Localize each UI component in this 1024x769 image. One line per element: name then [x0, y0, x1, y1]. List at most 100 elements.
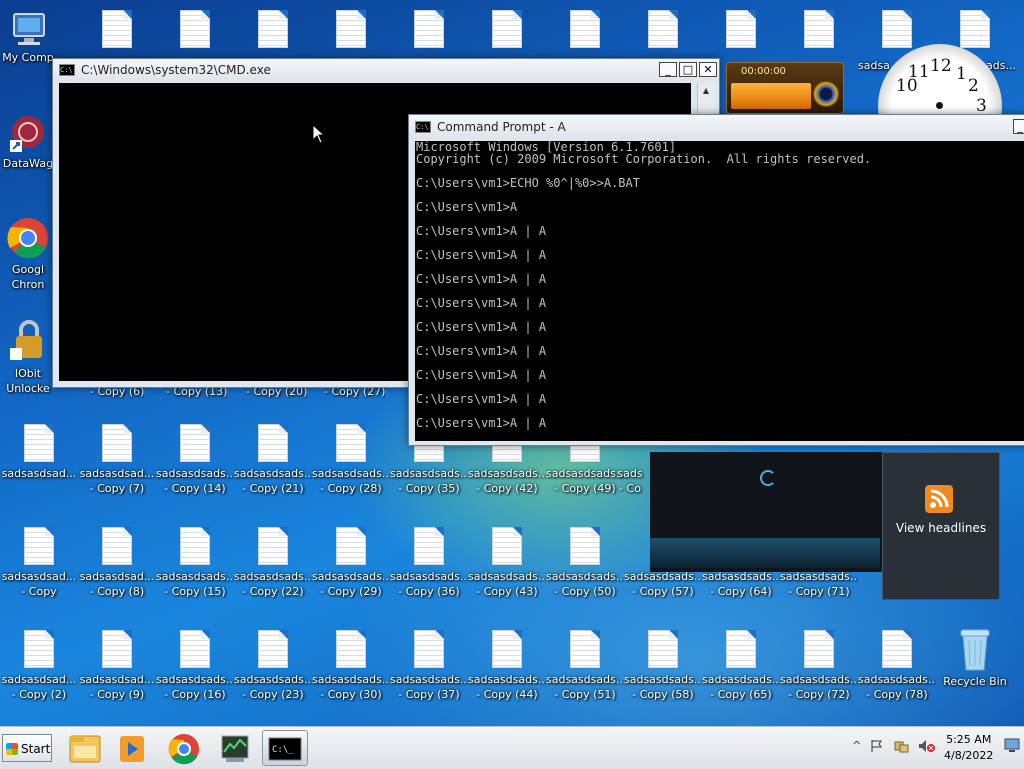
cmd-window-titlebar[interactable]: C:\ C:\Windows\system32\CMD.exe _ □ ✕ [53, 59, 719, 81]
loading-spinner-icon [760, 470, 776, 486]
file-icon[interactable]: sadsasdsad... - Copy (9) [78, 630, 156, 702]
icon-label: sadsasdsads... [390, 570, 468, 583]
command-prompt-window[interactable]: C:\ Command Prompt - A _ Microsoft Windo… [408, 114, 1024, 446]
file-icon[interactable]: sadsasdsads... - Copy (43) [468, 527, 546, 599]
taskbar-task-manager-button[interactable] [212, 730, 258, 766]
file-icon[interactable]: sadsasdsad... - Copy [0, 527, 78, 599]
icon-label: - Copy (28) [320, 482, 382, 495]
file-icon[interactable] [78, 10, 156, 52]
explorer-icon [69, 735, 101, 763]
media-player-gadget[interactable]: 00:00:00 [726, 62, 844, 114]
icon-label: sadsasdsads... [390, 467, 468, 480]
file-icon[interactable] [312, 10, 390, 52]
file-icon[interactable]: sadsasdsads... - Copy (37) [390, 630, 468, 702]
icon-label: sadsa [858, 59, 890, 72]
icon-label: sadsasdsads... [468, 673, 546, 686]
file-icon[interactable]: sadsasdsads... - Copy (58) [624, 630, 702, 702]
icon-label: - Copy (64) [710, 585, 772, 598]
icon-label: Recycle Bin [943, 675, 1007, 688]
media-center-gadget[interactable] [650, 452, 884, 572]
file-icon[interactable]: sadsasdsads... - Copy (14) [156, 424, 234, 496]
file-icon[interactable]: sadsasdsads... - Copy (51) [546, 630, 624, 702]
file-icon[interactable]: sadsasdsads... - Copy (16) [156, 630, 234, 702]
tray-clock[interactable]: 5:25 AM 4/8/2022 [944, 732, 993, 764]
prompt-window-titlebar[interactable]: C:\ Command Prompt - A _ [409, 115, 1024, 139]
desktop-icon-datawag[interactable]: DataWag [0, 112, 56, 171]
file-icon[interactable] [468, 10, 546, 52]
file-icon[interactable] [390, 10, 468, 52]
desktop-icon-my-computer[interactable]: My Comp [0, 10, 56, 65]
icon-label: - Copy (16) [164, 688, 226, 701]
file-icon[interactable]: sadsasdsads... - Copy (36) [390, 527, 468, 599]
icon-label: - Copy (21) [242, 482, 304, 495]
network-icon[interactable] [894, 739, 910, 753]
file-icon[interactable]: sadsasdsads... - Copy (22) [234, 527, 312, 599]
file-icon[interactable] [156, 10, 234, 52]
volume-muted-icon[interactable] [918, 739, 936, 753]
icon-label: - Copy (30) [320, 688, 382, 701]
icon-label: - Copy (71) [788, 585, 850, 598]
rss-feed-gadget[interactable]: View headlines [882, 452, 1000, 600]
clock-number: 3 [976, 96, 987, 116]
close-button[interactable]: ✕ [699, 62, 717, 77]
file-icon[interactable]: sadsasdsads... - Copy (15) [156, 527, 234, 599]
taskbar-cmd-button[interactable]: C:\_ [262, 730, 308, 766]
clock-center [936, 102, 943, 109]
media-time: 00:00:00 [741, 66, 786, 77]
scroll-up-arrow[interactable]: ▲ [698, 83, 714, 99]
icon-label: - Copy (51) [554, 688, 616, 701]
file-icon[interactable]: sadsasdsads... - Copy (29) [312, 527, 390, 599]
icon-label: - Copy (15) [164, 585, 226, 598]
maximize-button[interactable]: □ [679, 62, 697, 77]
desktop-icon-iobit[interactable]: IObit Unlocke [0, 318, 56, 396]
file-icon[interactable] [546, 10, 624, 52]
desktop-icon-chrome[interactable]: Googl Chron [0, 214, 56, 292]
clock-number: 1 [956, 64, 967, 84]
console-line: C:\Users\vm1>A | A [416, 248, 547, 262]
start-button[interactable]: Start [2, 734, 52, 762]
icon-label: sadsasdsads... [156, 570, 234, 583]
file-icon[interactable] [234, 10, 312, 52]
taskbar-chrome-button[interactable] [160, 730, 206, 766]
taskbar: Start C:\_ ^ 5:25 AM 4/8/2022 [0, 726, 1024, 769]
minimize-button[interactable]: _ [1013, 119, 1024, 134]
prompt-console[interactable]: Microsoft Windows [Version 6.1.7601] Cop… [415, 141, 1024, 441]
desktop-icon-recycle-bin[interactable]: Recycle Bin [936, 626, 1014, 689]
icon-label: - Copy (65) [710, 688, 772, 701]
flag-icon[interactable] [870, 739, 884, 753]
file-icon[interactable]: sadsasdsad... - Copy (2) [0, 630, 78, 702]
view-headlines-link[interactable]: View headlines [883, 521, 999, 535]
icon-label: - Copy [21, 585, 57, 598]
media-controls[interactable] [731, 83, 811, 109]
show-desktop-button[interactable] [1004, 735, 1020, 761]
file-icon[interactable] [624, 10, 702, 52]
file-icon[interactable]: sadsasdsads... - Copy (30) [312, 630, 390, 702]
console-line: C:\Users\vm1>A | A [416, 320, 547, 334]
file-icon[interactable]: sadsasdsads... - Copy (44) [468, 630, 546, 702]
taskbar-explorer-button[interactable] [62, 730, 108, 766]
file-icon[interactable]: sadsasdsad... - Copy (7) [78, 424, 156, 496]
file-icon[interactable] [780, 10, 858, 52]
file-icon[interactable]: sadsasdsad... - Copy (8) [78, 527, 156, 599]
icon-label: - Copy (9) [89, 688, 145, 701]
tray-date: 4/8/2022 [944, 749, 994, 762]
chrome-icon [6, 214, 50, 262]
file-icon[interactable]: sadsasdsads... - Copy (21) [234, 424, 312, 496]
file-icon[interactable]: sadsasdsads... - Copy (28) [312, 424, 390, 496]
minimize-button[interactable]: _ [659, 62, 677, 77]
icon-label: - Copy (72) [788, 688, 850, 701]
console-line: C:\Users\vm1>ECHO %0^|%0>>A.BAT [416, 176, 640, 190]
file-icon[interactable]: sadsasdsads... - Copy (72) [780, 630, 858, 702]
file-icon[interactable]: sadsasdsads... - Copy (78) [858, 630, 936, 702]
file-icon[interactable]: sadsasdsad... [0, 424, 78, 481]
window-title: Command Prompt - A [437, 120, 566, 134]
icon-label: - Copy (57) [632, 585, 694, 598]
file-icon[interactable]: sadsasdsads... - Copy (65) [702, 630, 780, 702]
icon-label: - Copy (36) [398, 585, 460, 598]
icon-label: sadsasdsads... [234, 570, 312, 583]
file-icon[interactable] [702, 10, 780, 52]
taskbar-media-player-button[interactable] [110, 730, 156, 766]
tray-expand-arrow[interactable]: ^ [852, 739, 861, 752]
file-icon[interactable]: sadsasdsads... - Copy (23) [234, 630, 312, 702]
file-icon[interactable]: sadsasdsads... - Copy (50) [546, 527, 624, 599]
